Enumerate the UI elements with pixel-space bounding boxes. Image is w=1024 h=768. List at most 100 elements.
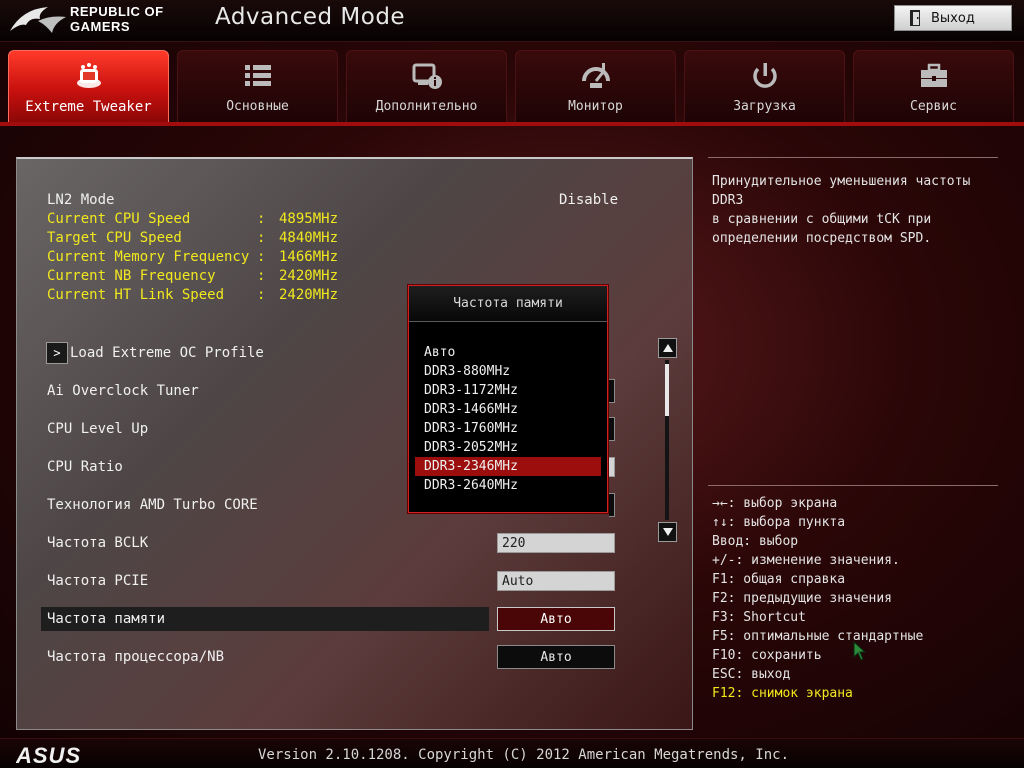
key-hint: F2: предыдущие значения (712, 591, 893, 606)
scroll-up-button[interactable] (658, 338, 677, 358)
mouse-cursor-icon (853, 641, 867, 661)
cpu-level-up-value-box[interactable] (609, 417, 615, 441)
key-hint: F3: Shortcut (712, 610, 806, 625)
page-title: Advanced Mode (215, 4, 406, 30)
monitor-gauge-icon (580, 61, 612, 91)
tab-label: Основные (226, 99, 289, 114)
popup-option[interactable]: DDR3-1760MHz (415, 419, 601, 438)
asus-logo-icon: ASUS (16, 744, 81, 766)
arrow-up-icon (662, 344, 673, 352)
popup-option[interactable]: Авто (415, 343, 601, 362)
info-label: Current NB Frequency (47, 268, 216, 284)
tab-main[interactable]: Основные (177, 50, 338, 122)
memory-frequency-row[interactable]: Частота памяти (41, 607, 489, 631)
tab-monitor[interactable]: Монитор (515, 50, 676, 122)
exit-button[interactable]: Выход (894, 5, 1012, 31)
popup-option-selected[interactable]: DDR3-2346MHz (415, 457, 601, 476)
tab-label: Сервис (910, 99, 957, 114)
popup-option[interactable]: DDR3-1172MHz (415, 381, 601, 400)
cpu-nb-frequency-label: Частота процессора/NB (47, 649, 225, 665)
svg-text:ASUS: ASUS (16, 744, 81, 766)
ai-overclock-tuner-value-box[interactable] (609, 379, 615, 403)
info-value: 4840MHz (279, 230, 339, 246)
info-colon: : (257, 249, 266, 265)
key-hint: Ввод: выбор (712, 534, 799, 549)
cpu-ratio-label: CPU Ratio (47, 459, 123, 475)
info-label: Current CPU Speed (47, 211, 191, 227)
info-label: Current HT Link Speed (47, 287, 225, 303)
bclk-frequency-input[interactable]: 220 (497, 533, 615, 553)
help-line: Принудительное уменьшения частоты (712, 174, 971, 189)
submenu-arrow-icon[interactable]: > (46, 342, 68, 364)
info-colon: : (257, 268, 266, 284)
bclk-frequency-label: Частота BCLK (47, 535, 149, 551)
tab-label: Extreme Tweaker (25, 99, 152, 115)
memory-frequency-select[interactable]: Авто (497, 607, 615, 631)
help-divider-middle (708, 485, 998, 486)
ln2-mode-row[interactable]: LN2 Mode Disable (47, 192, 619, 208)
popup-option[interactable]: DDR3-880MHz (415, 362, 601, 381)
version-copyright: Version 2.10.1208. Copyright (C) 2012 Am… (258, 747, 790, 763)
amd-turbo-core-label: Технология AMD Turbo CORE (47, 497, 258, 513)
info-colon: : (257, 287, 266, 303)
popup-title: Частота памяти (409, 286, 607, 322)
ln2-mode-label: LN2 Mode (47, 192, 115, 208)
popup-option[interactable]: DDR3-2640MHz (415, 476, 601, 495)
list-icon (242, 61, 274, 91)
key-hint-screenshot: F12: снимок экрана (712, 686, 853, 701)
key-hint: →←: выбор экрана (712, 496, 838, 511)
toolbox-icon (918, 61, 950, 91)
load-extreme-oc-profile-label: Load Extreme OC Profile (70, 345, 264, 361)
extreme-tweaker-icon (73, 61, 105, 91)
tab-boot[interactable]: Загрузка (684, 50, 845, 122)
key-hint: ↑↓: выбора пункта (712, 515, 846, 530)
info-target-cpu-speed: Target CPU Speed : 4840MHz (47, 230, 447, 246)
tab-label: Дополнительно (375, 99, 478, 114)
help-line: в сравнении с общими tCK при (712, 212, 932, 227)
info-colon: : (257, 211, 266, 227)
popup-option[interactable]: DDR3-2052MHz (415, 438, 601, 457)
tab-tools[interactable]: Сервис (853, 50, 1014, 122)
brand-line-1: REPUBLIC OF (70, 4, 164, 19)
info-value: 2420MHz (279, 287, 339, 303)
ln2-mode-value: Disable (559, 192, 619, 208)
rog-logo-icon (10, 7, 66, 33)
info-current-ht-link-speed: Current HT Link Speed : 2420MHz (47, 287, 447, 303)
cpu-nb-frequency-select[interactable]: Авто (497, 645, 615, 669)
info-value: 1466MHz (279, 249, 339, 265)
key-legend: →←: выбор экрана ↑↓: выбора пункта Ввод:… (712, 494, 1002, 703)
key-hint: ESC: выход (712, 667, 791, 682)
brand-line-2: GAMERS (70, 19, 131, 34)
info-label: Target CPU Speed (47, 230, 182, 246)
info-value: 2420MHz (279, 268, 339, 284)
main-tabs: Extreme Tweaker Основные Дополнительно М… (8, 50, 1016, 122)
tab-separator (0, 122, 1024, 126)
memory-frequency-popup: Частота памяти Авто DDR3-880MHz DDR3-117… (408, 285, 608, 513)
help-line: определении посредством SPD. (712, 231, 932, 246)
cpu-level-up-label: CPU Level Up (47, 421, 149, 437)
pcie-frequency-input[interactable]: Auto (497, 571, 615, 591)
exit-door-icon (910, 10, 920, 26)
ai-overclock-tuner-label: Ai Overclock Tuner (47, 383, 199, 399)
help-description: Принудительное уменьшения частоты DDR3 в… (712, 172, 992, 248)
info-value: 4895MHz (279, 211, 339, 227)
tab-advanced[interactable]: Дополнительно (346, 50, 507, 122)
info-colon: : (257, 230, 266, 246)
help-line: DDR3 (712, 193, 744, 208)
info-label: Current Memory Frequency (47, 249, 250, 265)
tab-extreme-tweaker[interactable]: Extreme Tweaker (8, 50, 169, 122)
advanced-info-icon (411, 61, 443, 91)
memory-frequency-label: Частота памяти (47, 611, 166, 627)
scrollbar-thumb[interactable] (665, 364, 669, 416)
info-current-memory-frequency: Current Memory Frequency : 1466MHz (47, 249, 447, 265)
tab-label: Загрузка (733, 99, 796, 114)
popup-option[interactable]: DDR3-1466MHz (415, 400, 601, 419)
key-hint: F1: общая справка (712, 572, 846, 587)
info-current-cpu-speed: Current CPU Speed : 4895MHz (47, 211, 447, 227)
amd-turbo-core-value-box[interactable] (609, 493, 615, 517)
key-hint: +/-: изменение значения. (712, 553, 900, 568)
pcie-frequency-label: Частота PCIE (47, 573, 149, 589)
tab-label: Монитор (568, 99, 623, 114)
cpu-ratio-value-box[interactable] (609, 457, 615, 477)
scroll-down-button[interactable] (658, 522, 677, 542)
